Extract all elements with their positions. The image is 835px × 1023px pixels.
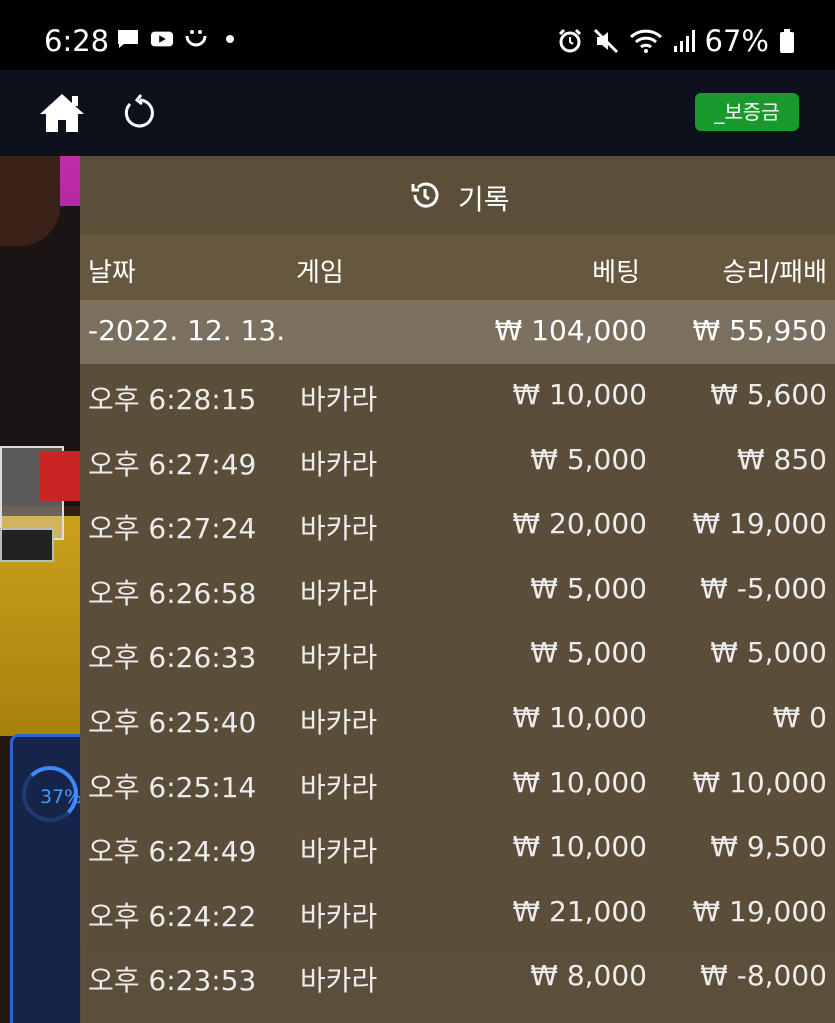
row-result: ₩ 0 <box>772 700 827 734</box>
col-bet: 베팅 <box>592 258 640 288</box>
face-app-icon <box>185 30 207 47</box>
history-rows: 오후 6:28:15 바카라 ₩ 10,000 ₩ 5,600 오후 6:27:… <box>80 364 835 1010</box>
history-header: 기록 <box>80 156 835 234</box>
col-result: 승리/패배 <box>722 258 827 288</box>
row-time: 오후 6:24:22 <box>88 899 257 933</box>
row-result: ₩ 850 <box>736 442 827 476</box>
table-row[interactable]: 오후 6:28:15 바카라 ₩ 10,000 ₩ 5,600 <box>80 364 835 429</box>
col-game: 게임 <box>296 258 344 288</box>
deposit-button[interactable]: _보증금 <box>695 93 799 131</box>
row-game: 바카라 <box>300 512 378 546</box>
row-game: 바카라 <box>300 835 378 869</box>
history-title: 기록 <box>458 183 510 216</box>
row-bet: ₩ 10,000 <box>512 378 647 411</box>
row-game: 바카라 <box>300 576 378 610</box>
col-date: 날짜 <box>88 258 136 288</box>
table-row[interactable]: 오후 6:25:14 바카라 ₩ 10,000 ₩ 10,000 <box>80 752 835 817</box>
row-bet: ₩ 5,000 <box>530 636 647 670</box>
row-time: 오후 6:27:49 <box>88 447 257 481</box>
notification-icons <box>116 28 234 50</box>
table-row[interactable]: 오후 6:25:40 바카라 ₩ 10,000 ₩ 0 <box>80 687 835 752</box>
row-game: 바카라 <box>300 383 378 416</box>
dot-icon <box>226 35 234 43</box>
summary-date: -2022. 12. 13. <box>88 314 286 347</box>
home-icon[interactable] <box>38 92 86 134</box>
row-bet: ₩ 20,000 <box>512 507 647 541</box>
row-result: ₩ 5,600 <box>710 378 827 411</box>
row-result: ₩ 19,000 <box>692 894 827 928</box>
row-game: 바카라 <box>300 705 378 739</box>
table-row[interactable]: 오후 6:23:53 바카라 ₩ 8,000 ₩ -8,000 <box>80 945 835 1010</box>
row-bet: ₩ 10,000 <box>512 700 647 734</box>
table-row[interactable]: 오후 6:24:49 바카라 ₩ 10,000 ₩ 9,500 <box>80 816 835 881</box>
row-result: ₩ -5,000 <box>700 571 827 605</box>
card-holder <box>40 451 80 501</box>
status-time: 6:28 <box>44 24 110 58</box>
row-result: ₩ 9,500 <box>710 830 827 864</box>
history-icon <box>411 182 439 208</box>
table-row[interactable]: 오후 6:26:58 바카라 ₩ 5,000 ₩ -5,000 <box>80 558 835 623</box>
row-game: 바카라 <box>300 899 378 933</box>
row-time: 오후 6:27:24 <box>88 512 257 546</box>
signal-icon <box>673 30 695 52</box>
row-time: 오후 6:25:40 <box>88 705 257 739</box>
row-bet: ₩ 10,000 <box>512 830 647 864</box>
table-header: 날짜 게임 베팅 승리/패배 <box>80 234 835 300</box>
alarm-icon <box>558 28 581 53</box>
status-bar: 6:28 67% <box>0 0 835 70</box>
table-row[interactable]: 오후 6:24:22 바카라 ₩ 21,000 ₩ 19,000 <box>80 881 835 946</box>
row-game: 바카라 <box>300 964 378 998</box>
table-row[interactable]: 오후 6:27:24 바카라 ₩ 20,000 ₩ 19,000 <box>80 493 835 558</box>
row-bet: ₩ 21,000 <box>512 894 647 928</box>
wifi-icon <box>629 29 662 53</box>
row-result: ₩ -8,000 <box>700 959 827 993</box>
progress-label: 37% <box>40 786 83 808</box>
battery-percent: 67% <box>704 24 769 58</box>
row-time: 오후 6:25:14 <box>88 770 257 804</box>
youtube-icon <box>150 31 174 47</box>
date-summary-row[interactable]: -2022. 12. 13. ₩ 104,000 ₩ 55,950 <box>80 300 835 364</box>
table-row[interactable]: 오후 6:26:33 바카라 ₩ 5,000 ₩ 5,000 <box>80 622 835 687</box>
row-game: 바카라 <box>300 641 378 675</box>
row-game: 바카라 <box>300 770 378 804</box>
row-bet: ₩ 10,000 <box>512 765 647 799</box>
row-game: 바카라 <box>300 447 378 481</box>
mute-icon <box>593 28 618 54</box>
row-bet: ₩ 5,000 <box>530 571 647 605</box>
row-time: 오후 6:28:15 <box>88 383 257 416</box>
row-result: ₩ 19,000 <box>692 507 827 541</box>
history-panel: 기록 날짜 게임 베팅 승리/패배 -2022. 12. 13. ₩ 104,0… <box>80 156 835 1023</box>
row-result: ₩ 5,000 <box>710 636 827 670</box>
table-row[interactable]: 오후 6:27:49 바카라 ₩ 5,000 ₩ 850 <box>80 429 835 494</box>
battery-icon <box>780 29 794 53</box>
chat-icon <box>118 30 138 48</box>
system-icons: 67% <box>557 24 795 58</box>
row-time: 오후 6:26:33 <box>88 641 257 675</box>
row-result: ₩ 10,000 <box>692 765 827 799</box>
refresh-icon[interactable] <box>122 94 158 130</box>
row-bet: ₩ 8,000 <box>530 959 647 993</box>
row-time: 오후 6:23:53 <box>88 964 257 998</box>
cards <box>0 528 54 562</box>
row-bet: ₩ 5,000 <box>530 442 647 476</box>
row-time: 오후 6:24:49 <box>88 835 257 869</box>
row-time: 오후 6:26:58 <box>88 576 257 610</box>
summary-bet: ₩ 104,000 <box>494 314 647 347</box>
top-nav: _보증금 <box>0 70 835 156</box>
summary-result: ₩ 55,950 <box>692 314 827 347</box>
